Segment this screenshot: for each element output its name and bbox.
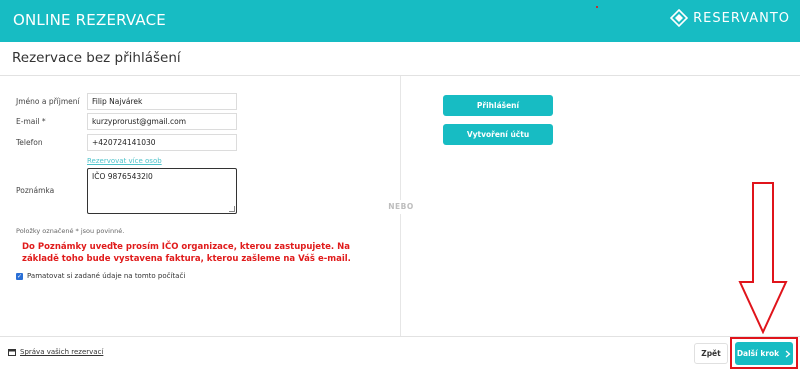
phone-label: Telefon: [16, 138, 43, 147]
chevron-right-icon: [785, 350, 791, 357]
brand-logo: RESERVANTO: [670, 9, 790, 27]
back-button[interactable]: Zpět: [694, 343, 728, 364]
annotation-arrow-icon: [738, 182, 788, 334]
remember-details[interactable]: ✓ Pamatovat si zadané údaje na tomto poč…: [16, 272, 185, 280]
page-title: Rezervace bez přihlášení: [12, 50, 181, 66]
ico-warning-text: Do Poznámky uveďte prosím IČO organizace…: [22, 242, 351, 264]
remember-checkbox[interactable]: ✓: [16, 272, 23, 280]
email-field[interactable]: kurzyprorust@gmail.com: [87, 113, 237, 130]
artifact-dot: [596, 6, 598, 8]
email-label: E-mail *: [16, 117, 46, 126]
next-step-label: Další krok: [736, 349, 780, 358]
brand-name: RESERVANTO: [693, 10, 790, 26]
remember-label: Pamatovat si zadané údaje na tomto počít…: [27, 272, 186, 280]
note-text: IČO 98765432l0: [92, 172, 153, 181]
book-more-people-link[interactable]: Rezervovat více osob: [87, 157, 162, 165]
name-label: Jméno a příjmení: [16, 97, 80, 106]
name-field[interactable]: Filip Najvárek: [87, 93, 237, 110]
create-account-button[interactable]: Vytvoření účtu: [443, 124, 553, 145]
top-bar: ONLINE REZERVACE RESERVANTO: [0, 0, 800, 42]
next-step-button[interactable]: Další krok: [735, 342, 793, 365]
calendar-icon: [8, 349, 16, 356]
required-fields-note: Položky označené * jsou povinné.: [16, 227, 125, 235]
note-label: Poznámka: [16, 186, 55, 195]
app-title: ONLINE REZERVACE: [13, 11, 166, 29]
reservanto-logo-icon: [670, 9, 689, 27]
or-separator: NEBO: [386, 200, 416, 214]
note-textarea[interactable]: IČO 98765432l0: [87, 168, 237, 214]
resize-grip-icon[interactable]: [229, 206, 235, 212]
manage-reservations-label: Správa vašich rezervací: [20, 348, 104, 356]
manage-reservations-link[interactable]: Správa vašich rezervací: [8, 348, 103, 356]
footer-divider: [0, 336, 800, 337]
phone-field[interactable]: +420724141030: [87, 134, 237, 151]
login-button[interactable]: Přihlášení: [443, 95, 553, 116]
